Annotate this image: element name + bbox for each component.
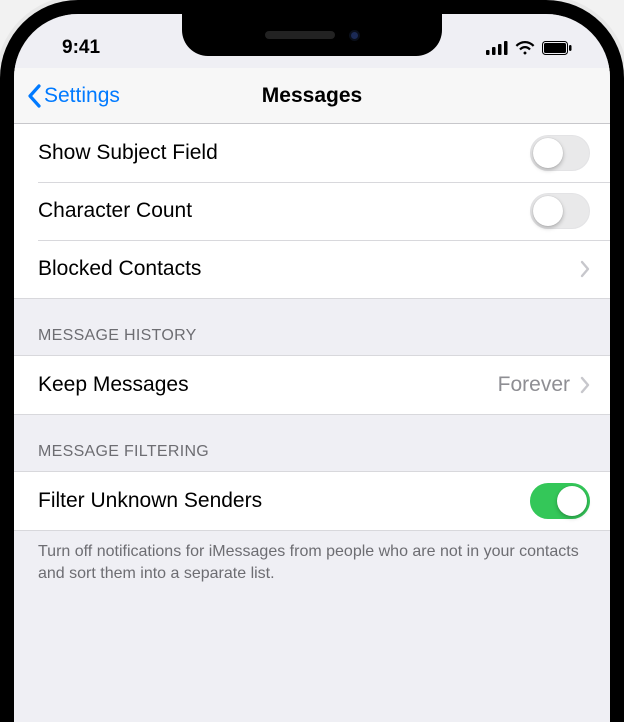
chevron-right-icon (580, 260, 590, 278)
row-blocked-contacts[interactable]: Blocked Contacts (14, 240, 610, 298)
back-label: Settings (44, 84, 120, 108)
wifi-icon (515, 41, 535, 55)
section-header-filtering: MESSAGE FILTERING (14, 415, 610, 471)
section-header-history: MESSAGE HISTORY (14, 299, 610, 355)
notch (182, 14, 442, 56)
toggle-filter-unknown-senders[interactable] (530, 483, 590, 519)
row-label: Character Count (38, 199, 192, 223)
settings-list[interactable]: Show Subject Field Character Count Block… (14, 124, 610, 722)
battery-icon (542, 41, 572, 55)
toggle-show-subject-field[interactable] (530, 135, 590, 171)
iphone-frame: 9:41 Settings Messages (0, 0, 624, 722)
group-filtering: Filter Unknown Senders (14, 471, 610, 531)
row-show-subject-field[interactable]: Show Subject Field (14, 124, 610, 182)
row-value: Forever (498, 373, 570, 397)
row-label: Keep Messages (38, 373, 189, 397)
section-footer-filtering: Turn off notifications for iMessages fro… (14, 531, 610, 604)
status-indicators (486, 41, 582, 55)
row-character-count[interactable]: Character Count (14, 182, 610, 240)
chevron-right-icon (580, 376, 590, 394)
status-time: 9:41 (62, 37, 100, 59)
cellular-icon (486, 41, 508, 55)
row-label: Blocked Contacts (38, 257, 201, 281)
group-history: Keep Messages Forever (14, 355, 610, 415)
chevron-left-icon (26, 84, 42, 108)
toggle-character-count[interactable] (530, 193, 590, 229)
row-label: Show Subject Field (38, 141, 218, 165)
screen: 9:41 Settings Messages (14, 14, 610, 722)
row-label: Filter Unknown Senders (38, 489, 262, 513)
group-general: Show Subject Field Character Count Block… (14, 124, 610, 299)
row-filter-unknown-senders[interactable]: Filter Unknown Senders (14, 472, 610, 530)
nav-bar: Settings Messages (14, 68, 610, 124)
back-button[interactable]: Settings (14, 84, 120, 108)
row-keep-messages[interactable]: Keep Messages Forever (14, 356, 610, 414)
